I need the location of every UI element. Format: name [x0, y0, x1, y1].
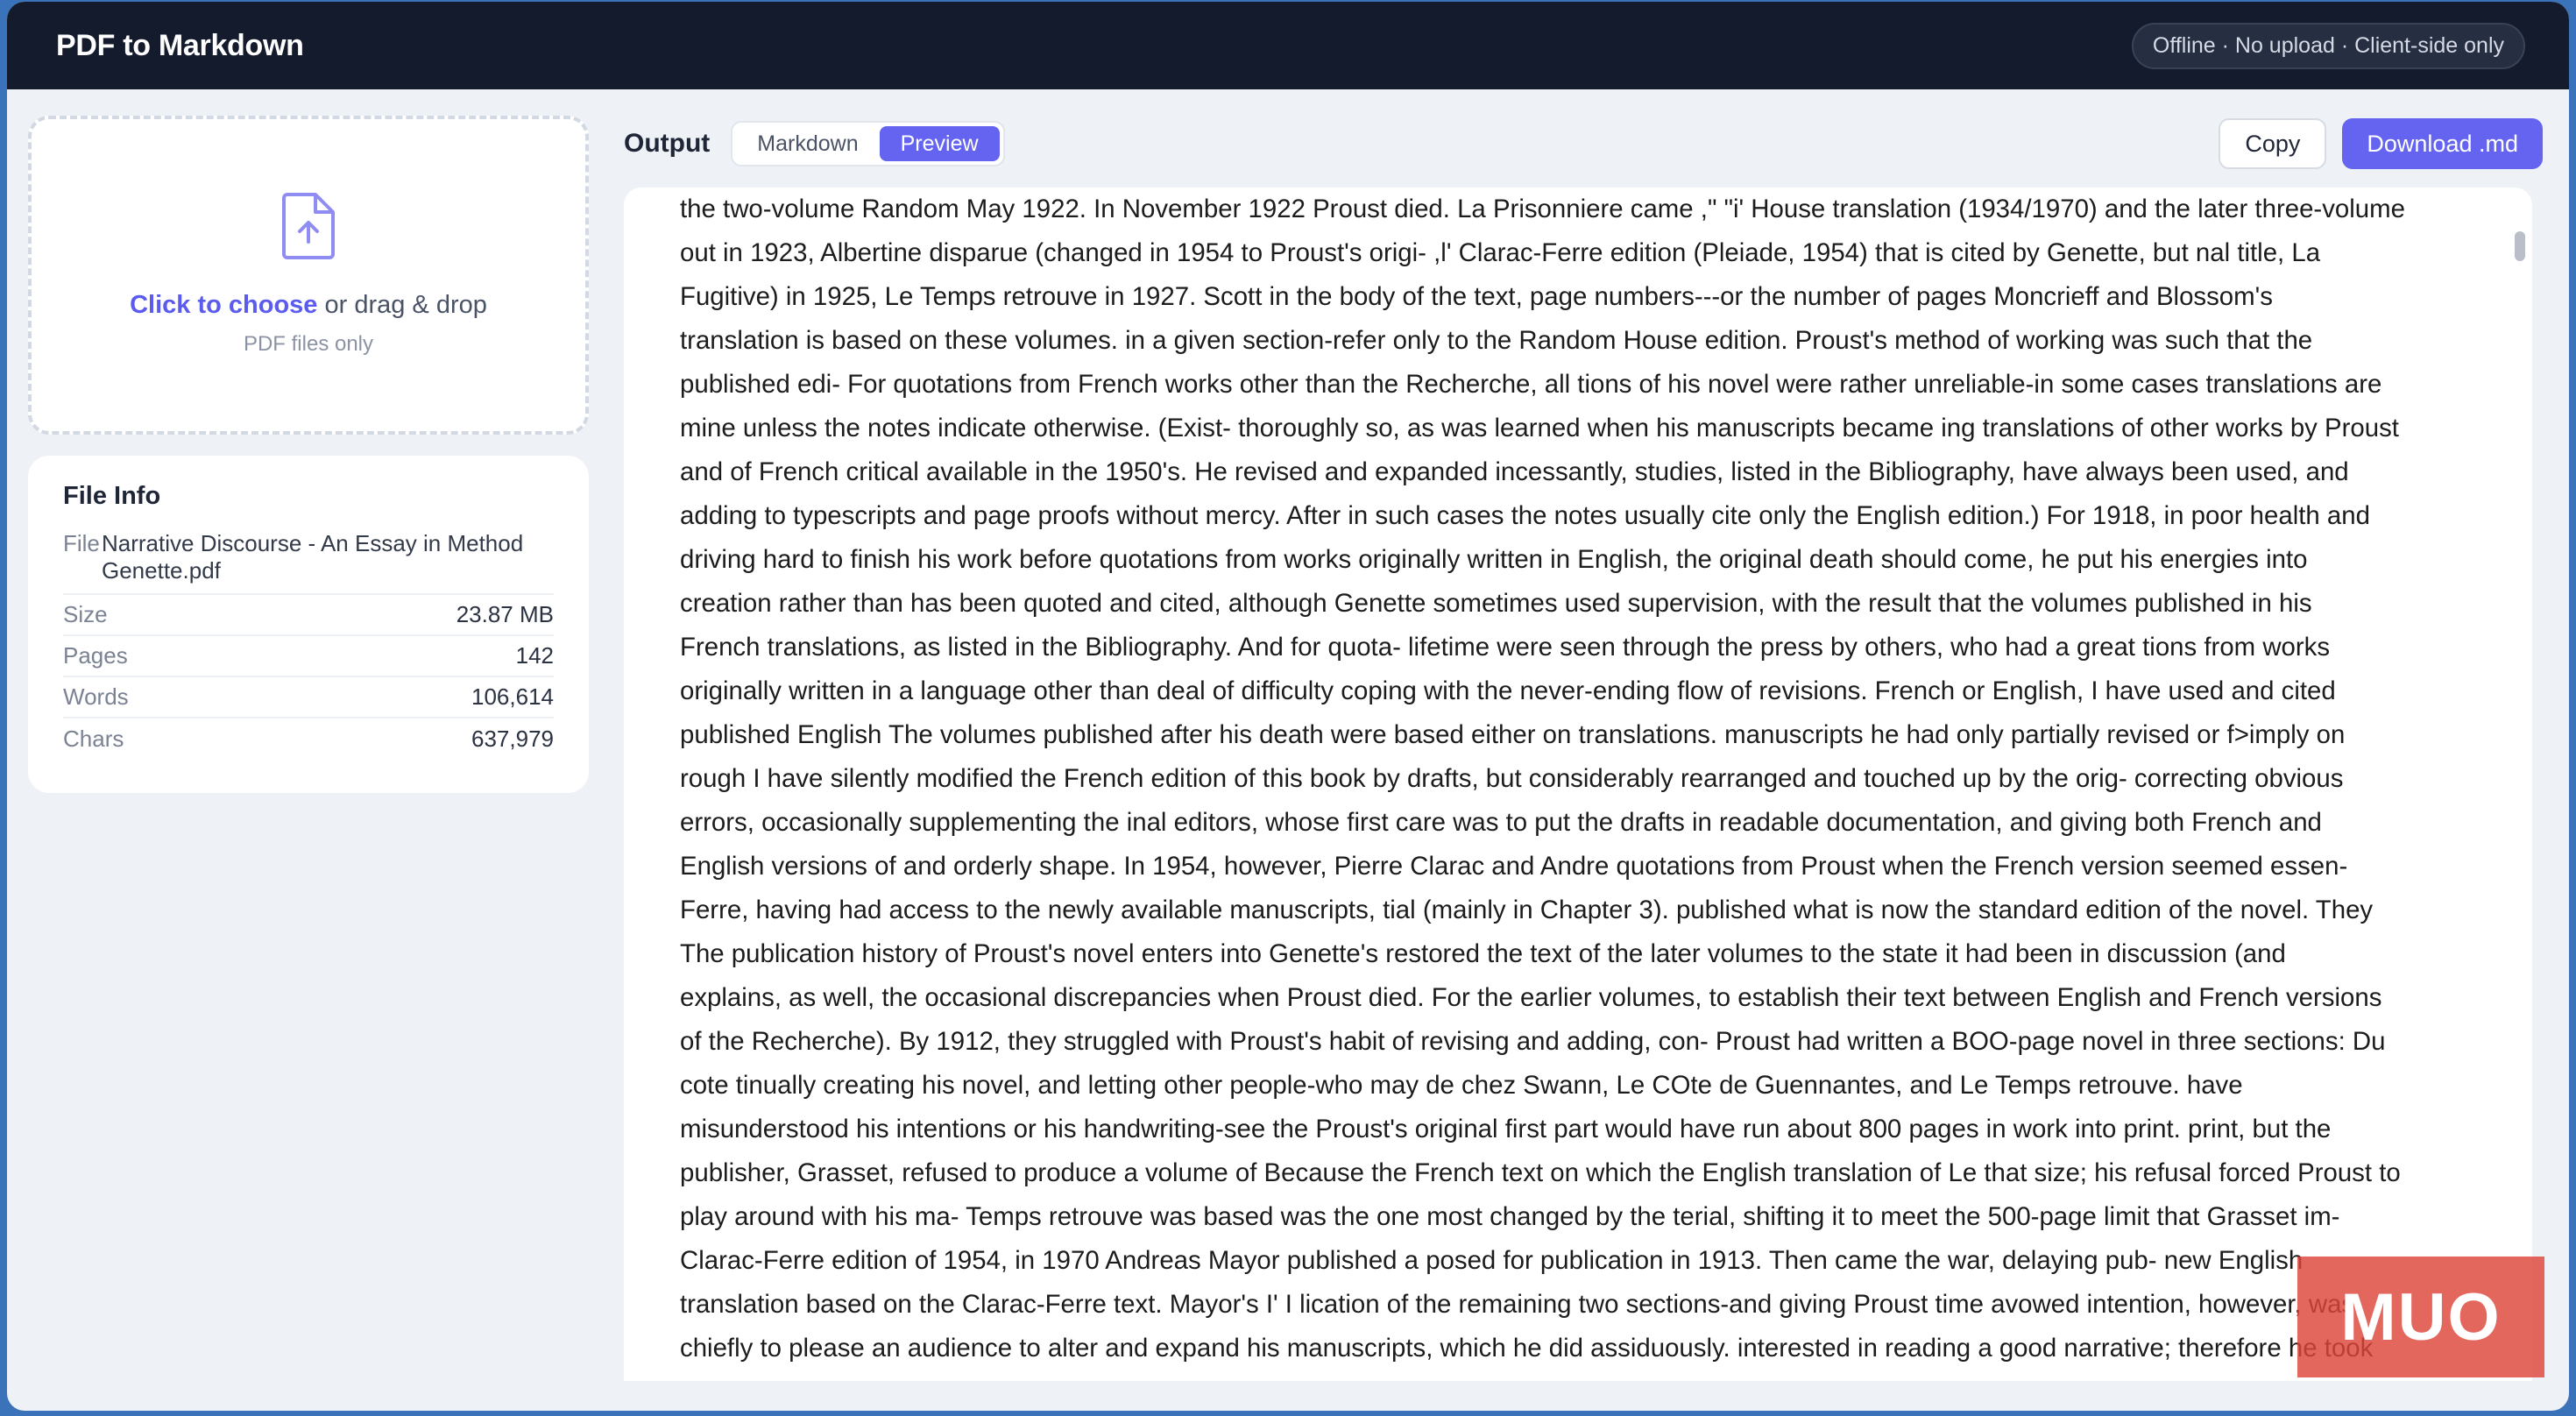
- preview-line: Ferre, having had access to the newly av…: [680, 896, 2374, 924]
- preview-line: French translations, as listed in the Bi…: [680, 633, 2331, 662]
- preview-text: the two-volume Random May 1922. In Novem…: [680, 188, 2485, 1370]
- file-name-row: File Narrative Discourse - An Essay in M…: [63, 530, 554, 595]
- preview-line: explains, as well, the occasional discre…: [680, 983, 2382, 1012]
- tab-markdown[interactable]: Markdown: [736, 126, 879, 161]
- offline-badge: Offline · No upload · Client-side only: [2131, 22, 2525, 69]
- choose-file-link[interactable]: Click to choose: [130, 291, 317, 319]
- info-value: 23.87 MB: [456, 601, 554, 627]
- file-words-row: Words 106,614: [63, 677, 554, 719]
- preview-line: of the Recherche). By 1912, they struggl…: [680, 1027, 2386, 1056]
- preview-line: published edi- For quotations from Frenc…: [680, 370, 2382, 399]
- preview-line: translation based on the Clarac-Ferre te…: [680, 1290, 2355, 1319]
- dropzone-prompt: Click to choose or drag & drop: [130, 291, 487, 320]
- preview-line: translation is based on these volumes. i…: [680, 326, 2313, 355]
- file-name-value: Narrative Discourse - An Essay in Method…: [102, 530, 524, 584]
- file-name-key: File: [63, 530, 100, 556]
- info-key: Pages: [63, 642, 128, 669]
- top-bar: PDF to Markdown Offline · No upload · Cl…: [7, 2, 2569, 89]
- preview-line: and of French critical available in the …: [680, 457, 2349, 486]
- preview-line: published English The volumes published …: [680, 720, 2346, 749]
- info-value: 142: [515, 642, 554, 669]
- preview-line: originally written in a language other t…: [680, 676, 2336, 705]
- output-toolbar: Output Markdown Preview Copy Download .m…: [624, 117, 2543, 170]
- info-value: 637,979: [471, 726, 554, 752]
- preview-line: chiefly to please an audience to alter a…: [680, 1334, 2374, 1363]
- preview-line: errors, occasionally supplementing the i…: [680, 808, 2322, 837]
- file-size-row: Size 23.87 MB: [63, 595, 554, 636]
- preview-line: Fugitive) in 1925, Le Temps retrouve in …: [680, 282, 2273, 311]
- drag-drop-text: or drag & drop: [317, 291, 487, 319]
- preview-line: cote tinually creating his novel, and le…: [680, 1071, 2243, 1100]
- file-upload-icon: [282, 193, 335, 259]
- preview-line: creation rather than has been quoted and…: [680, 589, 2312, 618]
- file-dropzone[interactable]: Click to choose or drag & drop PDF files…: [28, 116, 589, 435]
- watermark-text: MUO: [2340, 1279, 2502, 1355]
- left-panel: Click to choose or drag & drop PDF files…: [28, 116, 589, 793]
- preview-line: Clarac-Ferre edition of 1954, in 1970 An…: [680, 1246, 2304, 1275]
- info-key: Size: [63, 601, 108, 627]
- preview-line: play around with his ma- Temps retrouve …: [680, 1202, 2340, 1231]
- app-title: PDF to Markdown: [56, 28, 304, 62]
- tab-preview[interactable]: Preview: [879, 126, 1000, 161]
- preview-line: The publication history of Proust's nove…: [680, 939, 2286, 968]
- preview-line: the two-volume Random May 1922. In Novem…: [680, 195, 2405, 223]
- download-md-button[interactable]: Download .md: [2342, 118, 2543, 169]
- preview-line: out in 1923, Albertine disparue (changed…: [680, 238, 2321, 267]
- preview-line: misunderstood his intentions or his hand…: [680, 1115, 2332, 1143]
- muo-watermark-logo: MUO: [2297, 1257, 2544, 1377]
- info-value: 106,614: [471, 683, 554, 710]
- file-chars-row: Chars 637,979: [63, 719, 554, 760]
- file-info-title: File Info: [63, 482, 161, 510]
- preview-scrollbar[interactable]: [2515, 231, 2525, 261]
- preview-line: adding to typescripts and page proofs wi…: [680, 501, 2370, 530]
- preview-line: publisher, Grasset, refused to produce a…: [680, 1158, 2401, 1187]
- output-label: Output: [624, 129, 711, 158]
- preview-pane[interactable]: the two-volume Random May 1922. In Novem…: [624, 188, 2532, 1381]
- preview-line: mine unless the notes indicate otherwise…: [680, 414, 2399, 442]
- file-info-card: File Info File Narrative Discourse - An …: [28, 456, 589, 793]
- copy-button[interactable]: Copy: [2219, 118, 2327, 169]
- file-pages-row: Pages 142: [63, 636, 554, 677]
- info-key: Words: [63, 683, 129, 710]
- info-key: Chars: [63, 726, 124, 752]
- preview-line: English versions of and orderly shape. I…: [680, 852, 2348, 881]
- preview-line: driving hard to finish his work before q…: [680, 545, 2308, 574]
- dropzone-hint: PDF files only: [243, 332, 374, 356]
- preview-line: rough I have silently modified the Frenc…: [680, 764, 2344, 793]
- view-tabs: Markdown Preview: [731, 121, 1005, 166]
